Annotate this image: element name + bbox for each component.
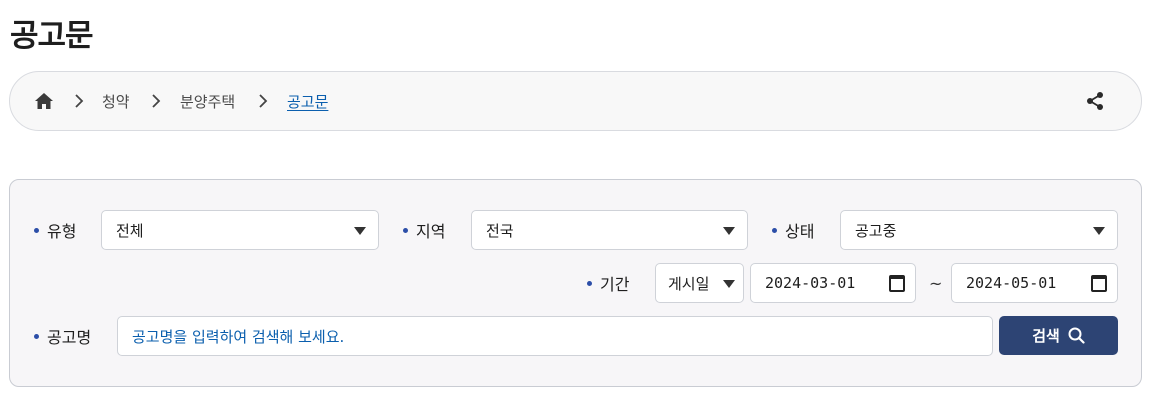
breadcrumb-current[interactable]: 공고문 xyxy=(287,72,328,130)
calendar-icon[interactable] xyxy=(889,275,905,292)
date-range-tilde: ~ xyxy=(929,274,943,293)
status-label: 상태 xyxy=(772,210,814,250)
search-icon xyxy=(1068,327,1085,344)
type-select[interactable]: 전체 xyxy=(101,210,379,250)
start-date-value: 2024-03-01 xyxy=(765,274,856,292)
region-label: 지역 xyxy=(403,210,445,250)
period-label: 기간 xyxy=(587,263,629,303)
period-label-text: 기간 xyxy=(600,275,630,294)
name-label-text: 공고명 xyxy=(47,328,92,347)
type-label: 유형 xyxy=(34,210,76,250)
caret-down-icon xyxy=(1093,227,1105,235)
end-date-value: 2024-05-01 xyxy=(966,274,1057,292)
share-icon[interactable] xyxy=(1083,89,1107,113)
breadcrumb-item-sale-housing[interactable]: 분양주택 xyxy=(180,72,235,130)
date-type-value: 게시일 xyxy=(668,274,710,293)
search-panel: 유형 전체 지역 전국 상태 공고중 기간 게시일 2024-03-01 ~ 2… xyxy=(9,179,1142,387)
bullet-dot xyxy=(34,333,39,339)
breadcrumb-item-subscription[interactable]: 청약 xyxy=(102,72,130,130)
bullet-dot xyxy=(587,280,592,286)
search-button[interactable]: 검색 xyxy=(999,316,1118,355)
status-label-text: 상태 xyxy=(785,222,815,241)
region-label-text: 지역 xyxy=(416,222,446,241)
status-select[interactable]: 공고중 xyxy=(840,210,1118,250)
notice-name-input[interactable]: 공고명을 입력하여 검색해 보세요. xyxy=(117,316,993,356)
home-icon[interactable] xyxy=(34,72,54,130)
calendar-icon[interactable] xyxy=(1091,275,1107,292)
region-select-value: 전국 xyxy=(486,221,514,240)
region-select[interactable]: 전국 xyxy=(471,210,748,250)
search-button-label: 검색 xyxy=(1032,327,1060,345)
chevron-right-icon xyxy=(258,72,268,130)
caret-down-icon xyxy=(354,227,366,235)
notice-name-placeholder: 공고명을 입력하여 검색해 보세요. xyxy=(132,327,345,346)
type-label-text: 유형 xyxy=(47,222,77,241)
caret-down-icon xyxy=(723,280,735,288)
status-select-value: 공고중 xyxy=(855,221,897,240)
date-type-select[interactable]: 게시일 xyxy=(655,263,744,303)
caret-down-icon xyxy=(723,227,735,235)
bullet-dot xyxy=(34,227,39,233)
type-select-value: 전체 xyxy=(116,221,144,240)
breadcrumb: 청약 분양주택 공고문 xyxy=(9,71,1142,131)
end-date-input[interactable]: 2024-05-01 xyxy=(951,263,1118,303)
chevron-right-icon xyxy=(151,72,161,130)
bullet-dot xyxy=(403,227,408,233)
page-title: 공고문 xyxy=(10,18,94,54)
name-label: 공고명 xyxy=(34,316,91,356)
start-date-input[interactable]: 2024-03-01 xyxy=(750,263,916,303)
bullet-dot xyxy=(772,227,777,233)
chevron-right-icon xyxy=(74,72,84,130)
